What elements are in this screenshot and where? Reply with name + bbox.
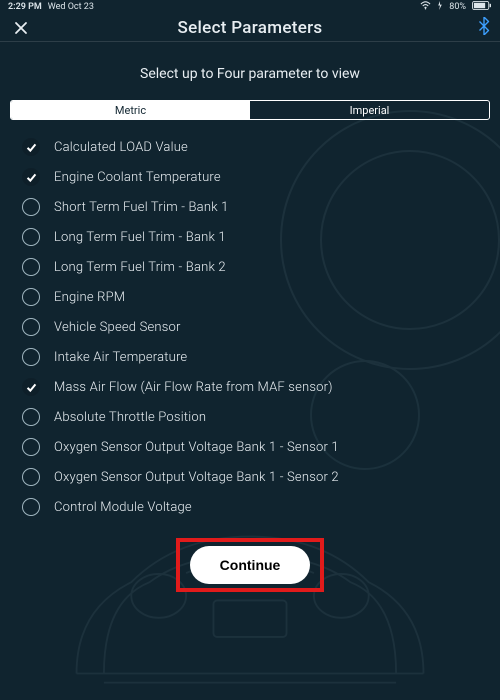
parameter-label: Mass Air Flow (Air Flow Rate from MAF se… [54,380,333,395]
checkbox-unchecked-icon [22,468,40,486]
checkbox-unchecked-icon [22,348,40,366]
status-bar: 2:29 PM Wed Oct 23 80% [0,0,500,14]
checkbox-unchecked-icon [22,228,40,246]
status-date: Wed Oct 23 [48,2,94,12]
checkbox-unchecked-icon [22,258,40,276]
subtitle: Select up to Four parameter to view [0,66,500,82]
parameter-label: Oxygen Sensor Output Voltage Bank 1 - Se… [54,470,339,485]
battery-icon [472,1,492,13]
parameter-item[interactable]: Intake Air Temperature [22,348,478,366]
page-title: Select Parameters [178,18,323,38]
parameter-item[interactable]: Short Term Fuel Trim - Bank 1 [22,198,478,216]
bluetooth-icon[interactable] [478,17,490,39]
checkbox-unchecked-icon [22,408,40,426]
parameter-label: Engine Coolant Temperature [54,170,221,185]
unit-segmented-control: Metric Imperial [10,100,490,120]
parameter-item[interactable]: Control Module Voltage [22,498,478,516]
parameter-label: Intake Air Temperature [54,350,187,365]
continue-button[interactable]: Continue [190,546,311,584]
parameter-label: Absolute Throttle Position [54,410,206,425]
parameter-item[interactable]: Absolute Throttle Position [22,408,478,426]
checkbox-unchecked-icon [22,438,40,456]
checkbox-checked-icon [22,138,40,156]
checkbox-unchecked-icon [22,498,40,516]
parameter-item[interactable]: Engine Coolant Temperature [22,168,478,186]
parameter-item[interactable]: Long Term Fuel Trim - Bank 1 [22,228,478,246]
parameter-item[interactable]: Mass Air Flow (Air Flow Rate from MAF se… [22,378,478,396]
parameter-label: Calculated LOAD Value [54,140,188,155]
parameter-label: Vehicle Speed Sensor [54,320,181,335]
close-icon[interactable] [12,19,30,37]
parameter-item[interactable]: Engine RPM [22,288,478,306]
parameter-label: Control Module Voltage [54,500,192,515]
parameter-item[interactable]: Vehicle Speed Sensor [22,318,478,336]
parameter-item[interactable]: Oxygen Sensor Output Voltage Bank 1 - Se… [22,438,478,456]
parameter-item[interactable]: Calculated LOAD Value [22,138,478,156]
battery-pct: 80% [449,2,466,12]
charging-icon [437,1,443,13]
checkbox-checked-icon [22,168,40,186]
parameter-item[interactable]: Long Term Fuel Trim - Bank 2 [22,258,478,276]
parameter-label: Engine RPM [54,290,125,305]
titlebar: Select Parameters [0,14,500,42]
parameter-list: Calculated LOAD Value Engine Coolant Temp… [0,138,500,516]
parameter-label: Short Term Fuel Trim - Bank 1 [54,200,229,215]
checkbox-unchecked-icon [22,198,40,216]
checkbox-unchecked-icon [22,288,40,306]
checkbox-checked-icon [22,378,40,396]
status-time: 2:29 PM [8,2,42,12]
unit-imperial-option[interactable]: Imperial [250,101,489,119]
unit-metric-option[interactable]: Metric [11,101,250,119]
parameter-item[interactable]: Oxygen Sensor Output Voltage Bank 1 - Se… [22,468,478,486]
parameter-label: Long Term Fuel Trim - Bank 1 [54,230,226,245]
parameter-label: Oxygen Sensor Output Voltage Bank 1 - Se… [54,440,339,455]
parameter-label: Long Term Fuel Trim - Bank 2 [54,260,226,275]
checkbox-unchecked-icon [22,318,40,336]
wifi-icon [420,1,431,13]
annotation-highlight: Continue [176,538,325,592]
